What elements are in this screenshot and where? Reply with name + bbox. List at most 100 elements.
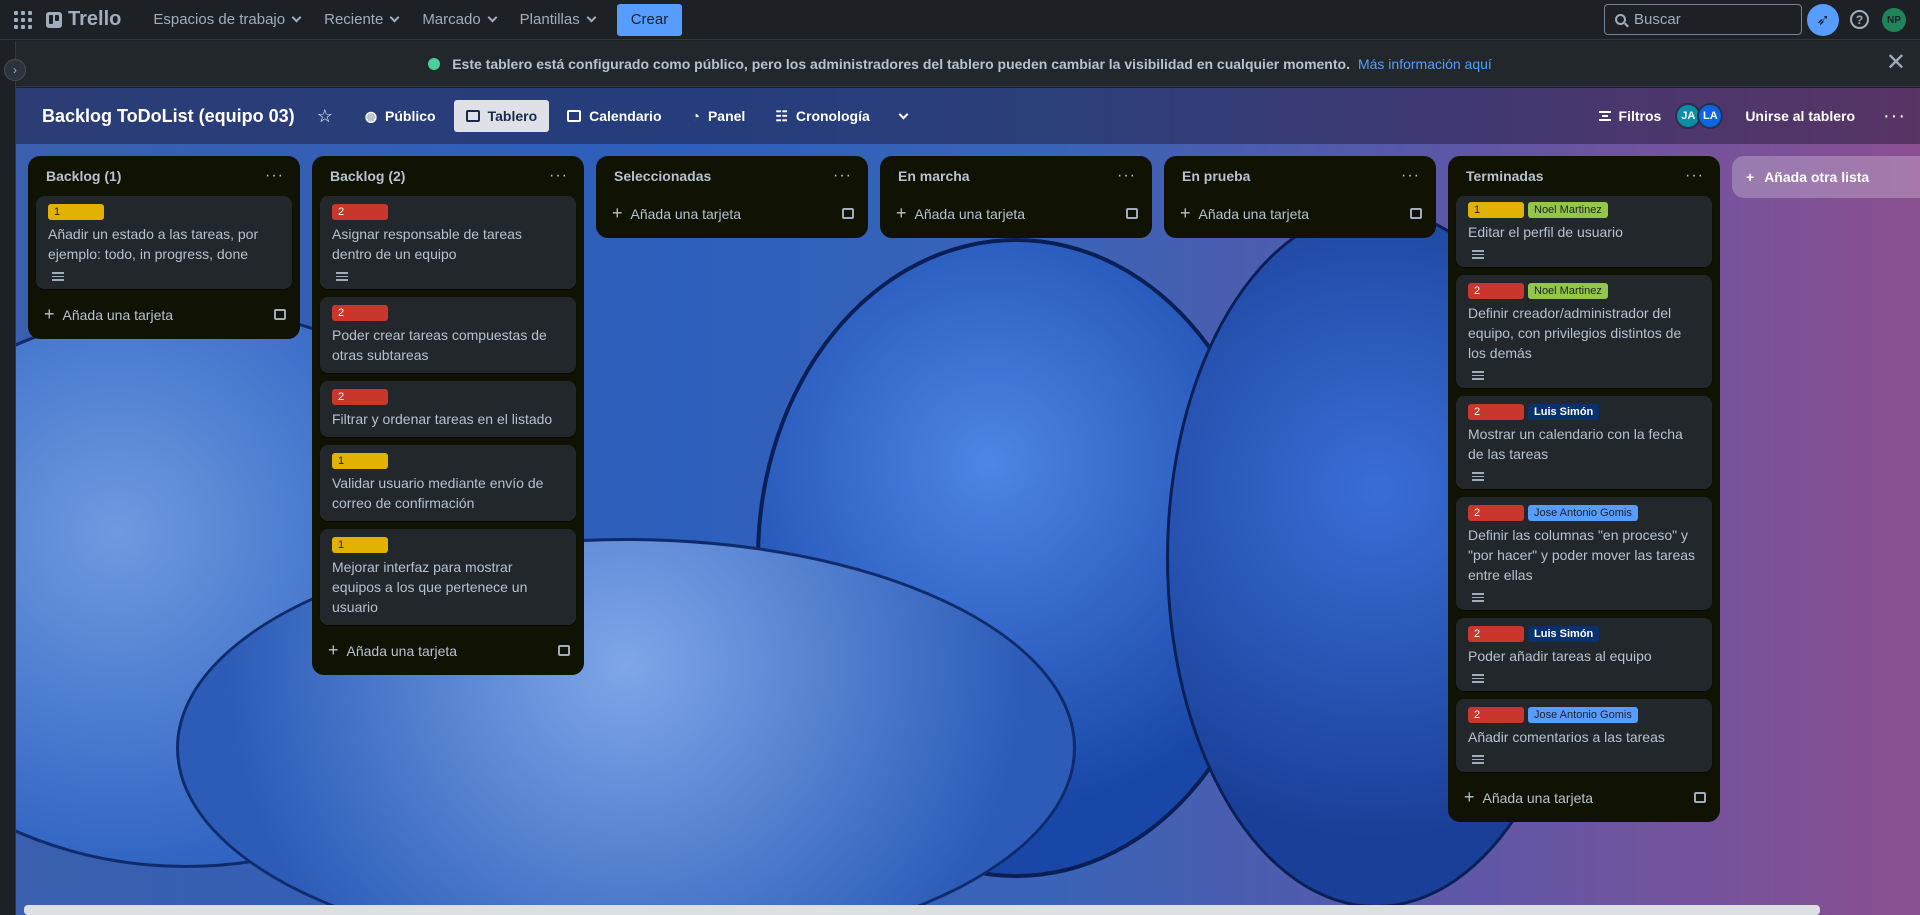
list-header[interactable]: En prueba ··· (1172, 156, 1428, 196)
list-menu-icon[interactable]: ··· (265, 167, 284, 185)
template-icon[interactable] (558, 644, 570, 656)
list-header[interactable]: Terminadas ··· (1456, 156, 1712, 196)
horizontal-scrollbar[interactable] (24, 905, 1820, 915)
view-dashboard-button[interactable]: ◔ Panel (680, 100, 758, 132)
card[interactable]: 1 Noel Martinez Editar el perfil de usuar… (1456, 196, 1712, 267)
member-label[interactable]: Jose Antonio Gomis (1528, 505, 1638, 521)
list-title[interactable]: En marcha (898, 168, 970, 184)
card-title: Poder crear tareas compuestas de otras s… (332, 327, 547, 363)
list-title[interactable]: Terminadas (1466, 168, 1544, 184)
visibility-button[interactable]: ◍ Público (353, 100, 448, 132)
board-title[interactable]: Backlog ToDoList (equipo 03) (42, 106, 295, 127)
template-icon[interactable] (842, 207, 854, 219)
user-avatar[interactable]: NP (1882, 8, 1906, 32)
card[interactable]: 2 Poder crear tareas compuestas de otras… (320, 297, 576, 373)
list-menu-icon[interactable]: ··· (833, 167, 852, 185)
card[interactable]: 2 Jose Antonio Gomis Definir las columnas… (1456, 497, 1712, 610)
priority-label[interactable]: 1 (332, 537, 388, 553)
close-icon[interactable]: ✕ (1886, 51, 1906, 75)
priority-label[interactable]: 2 (332, 305, 388, 321)
help-icon[interactable]: ? (1850, 10, 1869, 29)
priority-label[interactable]: 2 (1468, 505, 1524, 521)
priority-label[interactable]: 2 (1468, 626, 1524, 642)
priority-label[interactable]: 1 (332, 453, 388, 469)
card-title: Definir las columnas "en proceso" y "por… (1468, 527, 1696, 583)
menu-starred[interactable]: Marcado (410, 4, 507, 36)
priority-label[interactable]: 1 (1468, 202, 1524, 218)
plus-icon: + (612, 202, 623, 223)
template-icon[interactable] (274, 308, 286, 320)
trello-logo[interactable]: Trello (46, 8, 121, 31)
app-switcher-icon[interactable] (10, 7, 36, 33)
template-icon[interactable] (1126, 207, 1138, 219)
list-menu-icon[interactable]: ··· (1401, 167, 1420, 185)
description-icon (1472, 250, 1484, 259)
card[interactable]: 2 Luis Simón Mostrar un calendario con la… (1456, 396, 1712, 489)
add-list-button[interactable]: + Añada otra lista (1732, 156, 1920, 198)
priority-label[interactable]: 2 (332, 389, 388, 405)
menu-recent[interactable]: Reciente (312, 4, 410, 36)
add-card-button[interactable]: + Añada una tarjeta (888, 196, 1144, 230)
create-button[interactable]: Crear (616, 3, 683, 36)
menu-templates[interactable]: Plantillas (508, 4, 607, 36)
view-label: Calendario (589, 108, 662, 124)
priority-label[interactable]: 1 (48, 204, 104, 220)
list-menu-icon[interactable]: ··· (1117, 167, 1136, 185)
more-icon[interactable]: ··· (1883, 105, 1906, 128)
add-card-button[interactable]: + Añada una tarjeta (36, 297, 292, 331)
list-header[interactable]: Seleccionadas ··· (604, 156, 860, 196)
add-card-button[interactable]: + Añada una tarjeta (320, 633, 576, 667)
search-input[interactable]: Buscar (1604, 4, 1802, 35)
card[interactable]: 1 Añadir un estado a las tareas, por eje… (36, 196, 292, 289)
join-board-button[interactable]: Unirse al tablero (1745, 108, 1855, 124)
list-title[interactable]: Seleccionadas (614, 168, 711, 184)
list-menu-icon[interactable]: ··· (549, 167, 568, 185)
card[interactable]: 2 Luis Simón Poder añadir tareas al equip… (1456, 618, 1712, 691)
card[interactable]: 1 Validar usuario mediante envío de corr… (320, 445, 576, 521)
rocket-icon[interactable]: ➶ (1807, 4, 1839, 36)
star-icon[interactable]: ☆ (317, 106, 333, 127)
filters-button[interactable]: Filtros (1598, 108, 1661, 124)
more-views-button[interactable] (888, 100, 919, 132)
list-menu-icon[interactable]: ··· (1685, 167, 1704, 185)
list-title[interactable]: En prueba (1182, 168, 1250, 184)
add-card-button[interactable]: + Añada una tarjeta (1456, 780, 1712, 814)
banner-more-info-link[interactable]: Más información aquí (1358, 56, 1492, 72)
expand-sidebar-icon[interactable]: › (4, 59, 26, 81)
priority-label[interactable]: 2 (332, 204, 388, 220)
globe-icon (428, 57, 441, 70)
view-timeline-button[interactable]: ☷ Cronología (763, 100, 881, 132)
template-icon[interactable] (1694, 791, 1706, 803)
menu-workspaces[interactable]: Espacios de trabajo (141, 4, 312, 36)
member-label[interactable]: Noel Martinez (1528, 283, 1608, 299)
card[interactable]: 2 Asignar responsable de tareas dentro d… (320, 196, 576, 289)
card-title: Poder añadir tareas al equipo (1468, 648, 1652, 664)
view-calendar-button[interactable]: Calendario (555, 100, 673, 132)
add-card-button[interactable]: + Añada una tarjeta (1172, 196, 1428, 230)
description-icon (336, 272, 348, 281)
priority-label[interactable]: 2 (1468, 707, 1524, 723)
list-header[interactable]: En marcha ··· (888, 156, 1144, 196)
card[interactable]: 2 Noel Martinez Definir creador/administr… (1456, 275, 1712, 388)
member-avatar[interactable]: LA (1697, 103, 1724, 129)
member-label[interactable]: Noel Martinez (1528, 202, 1608, 218)
card[interactable]: 2 Filtrar y ordenar tareas en el listado (320, 381, 576, 437)
chevron-down-icon (898, 109, 909, 119)
list-title[interactable]: Backlog (2) (330, 168, 405, 184)
view-board-button[interactable]: Tablero (453, 100, 550, 132)
list-title[interactable]: Backlog (1) (46, 168, 121, 184)
card[interactable]: 2 Jose Antonio Gomis Añadir comentarios a… (1456, 699, 1712, 772)
filter-icon (1598, 111, 1611, 121)
add-card-button[interactable]: + Añada una tarjeta (604, 196, 860, 230)
priority-label[interactable]: 2 (1468, 404, 1524, 420)
list-header[interactable]: Backlog (1) ··· (36, 156, 292, 196)
list-header[interactable]: Backlog (2) ··· (320, 156, 576, 196)
card[interactable]: 1 Mejorar interfaz para mostrar equipos … (320, 529, 576, 625)
member-label[interactable]: Luis Simón (1528, 626, 1600, 642)
member-label[interactable]: Luis Simón (1528, 404, 1600, 420)
search-placeholder: Buscar (1634, 11, 1681, 28)
banner-message: Este tablero está configurado como públi… (452, 55, 1350, 72)
template-icon[interactable] (1410, 207, 1422, 219)
priority-label[interactable]: 2 (1468, 283, 1524, 299)
member-label[interactable]: Jose Antonio Gomis (1528, 707, 1638, 723)
